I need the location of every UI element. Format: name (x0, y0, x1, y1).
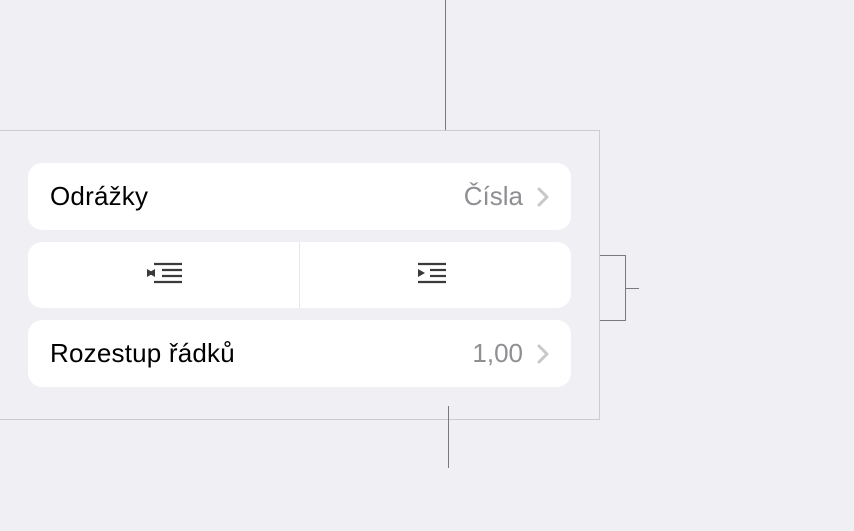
line-spacing-label: Rozestup řádků (50, 338, 235, 369)
bullets-group: Odrážky Čísla (28, 163, 571, 230)
callout-line-bottom (448, 406, 449, 468)
line-spacing-row[interactable]: Rozestup řádků 1,00 (28, 320, 571, 387)
format-panel: Odrážky Čísla (0, 130, 600, 420)
chevron-right-icon (537, 344, 549, 364)
bullets-value: Čísla (464, 181, 523, 212)
bullets-row[interactable]: Odrážky Čísla (28, 163, 571, 230)
indent-button[interactable] (300, 242, 571, 308)
callout-line-top (445, 0, 446, 130)
bullets-value-wrap: Čísla (464, 181, 549, 212)
bullets-label: Odrážky (50, 181, 148, 212)
callout-bracket-right (600, 255, 626, 321)
outdent-button[interactable] (28, 242, 300, 308)
line-spacing-group: Rozestup řádků 1,00 (28, 320, 571, 387)
chevron-right-icon (537, 187, 549, 207)
indent-icon (416, 258, 456, 293)
indent-group (28, 242, 571, 308)
line-spacing-value: 1,00 (472, 338, 523, 369)
line-spacing-value-wrap: 1,00 (472, 338, 549, 369)
outdent-icon (144, 258, 184, 293)
